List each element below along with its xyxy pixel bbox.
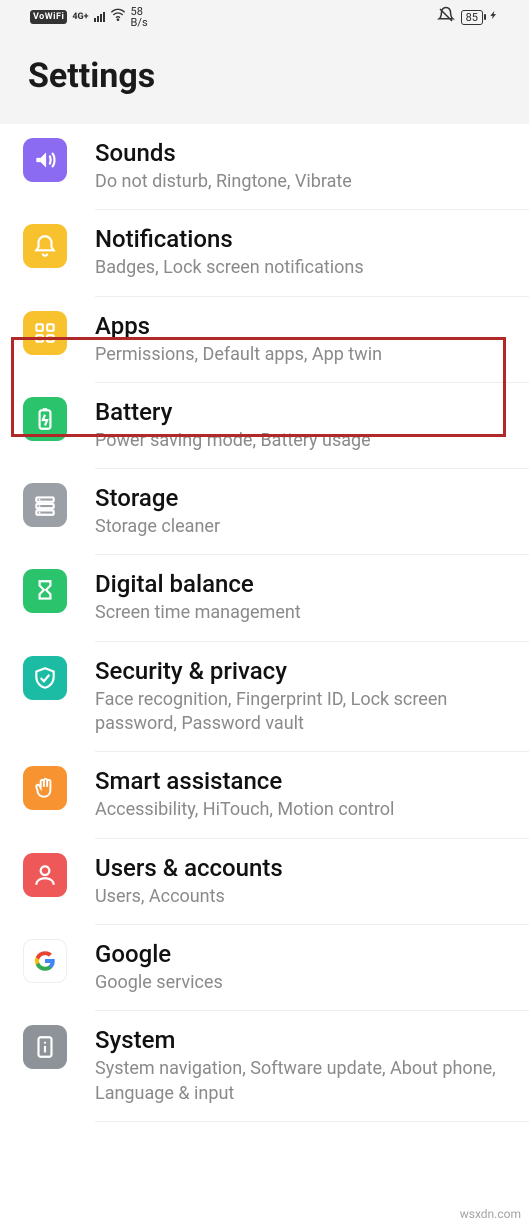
data-speed: 58B/s bbox=[131, 6, 148, 28]
storage-icon bbox=[23, 483, 67, 527]
sound-icon bbox=[23, 138, 67, 182]
settings-item-digital-balance[interactable]: Digital balance Screen time management bbox=[95, 555, 529, 641]
watermark: wsxdn.com bbox=[460, 1207, 521, 1221]
apps-icon bbox=[23, 311, 67, 355]
network-label: 4G+ bbox=[72, 13, 88, 22]
hand-icon bbox=[23, 766, 67, 810]
hourglass-icon bbox=[23, 569, 67, 613]
settings-item-storage[interactable]: Storage Storage cleaner bbox=[95, 469, 529, 555]
item-title: Smart assistance bbox=[95, 767, 509, 795]
item-subtitle: System navigation, Software update, Abou… bbox=[95, 1057, 509, 1106]
settings-item-system[interactable]: System System navigation, Software update… bbox=[95, 1011, 529, 1122]
item-subtitle: Users, Accounts bbox=[95, 885, 509, 909]
item-subtitle: Do not disturb, Ringtone, Vibrate bbox=[95, 170, 509, 194]
status-left: VoWiFi 4G+ 58B/s bbox=[30, 6, 148, 28]
settings-item-apps[interactable]: Apps Permissions, Default apps, App twin bbox=[95, 297, 529, 383]
item-title: System bbox=[95, 1026, 509, 1054]
vowifi-badge: VoWiFi bbox=[30, 10, 67, 24]
item-title: Apps bbox=[95, 312, 509, 340]
status-right: 85 bbox=[437, 6, 499, 28]
status-bar: VoWiFi 4G+ 58B/s 85 bbox=[0, 0, 529, 34]
header: Settings bbox=[0, 34, 529, 124]
item-title: Battery bbox=[95, 398, 509, 426]
item-subtitle: Badges, Lock screen notifications bbox=[95, 256, 509, 280]
item-subtitle: Accessibility, HiTouch, Motion control bbox=[95, 798, 509, 822]
item-title: Sounds bbox=[95, 139, 509, 167]
settings-item-users[interactable]: Users & accounts Users, Accounts bbox=[95, 839, 529, 925]
info-icon bbox=[23, 1025, 67, 1069]
settings-item-battery[interactable]: Battery Power saving mode, Battery usage bbox=[95, 383, 529, 469]
user-icon bbox=[23, 853, 67, 897]
battery-indicator: 85 bbox=[461, 10, 483, 25]
item-title: Digital balance bbox=[95, 570, 509, 598]
item-title: Notifications bbox=[95, 225, 509, 253]
signal-icon bbox=[94, 12, 105, 22]
item-title: Users & accounts bbox=[95, 854, 509, 882]
item-title: Storage bbox=[95, 484, 509, 512]
dnd-icon bbox=[437, 6, 455, 28]
bell-icon bbox=[23, 224, 67, 268]
settings-item-security[interactable]: Security & privacy Face recognition, Fing… bbox=[95, 642, 529, 753]
battery-icon bbox=[23, 397, 67, 441]
settings-item-google[interactable]: Google Google services bbox=[95, 925, 529, 1011]
settings-item-sounds[interactable]: Sounds Do not disturb, Ringtone, Vibrate bbox=[95, 124, 529, 210]
item-title: Security & privacy bbox=[95, 657, 509, 685]
item-subtitle: Screen time management bbox=[95, 601, 509, 625]
google-icon bbox=[23, 939, 67, 983]
shield-icon bbox=[23, 656, 67, 700]
item-subtitle: Storage cleaner bbox=[95, 515, 509, 539]
settings-item-notifications[interactable]: Notifications Badges, Lock screen notific… bbox=[95, 210, 529, 296]
item-subtitle: Permissions, Default apps, App twin bbox=[95, 343, 509, 367]
item-subtitle: Face recognition, Fingerprint ID, Lock s… bbox=[95, 688, 509, 737]
item-subtitle: Power saving mode, Battery usage bbox=[95, 429, 509, 453]
item-subtitle: Google services bbox=[95, 971, 509, 995]
settings-list[interactable]: Sounds Do not disturb, Ringtone, Vibrate N… bbox=[0, 124, 529, 1122]
wifi-icon bbox=[110, 7, 126, 27]
charging-icon bbox=[489, 8, 499, 26]
item-title: Google bbox=[95, 940, 509, 968]
page-title: Settings bbox=[28, 56, 501, 96]
settings-item-smart-assist[interactable]: Smart assistance Accessibility, HiTouch, … bbox=[95, 752, 529, 838]
